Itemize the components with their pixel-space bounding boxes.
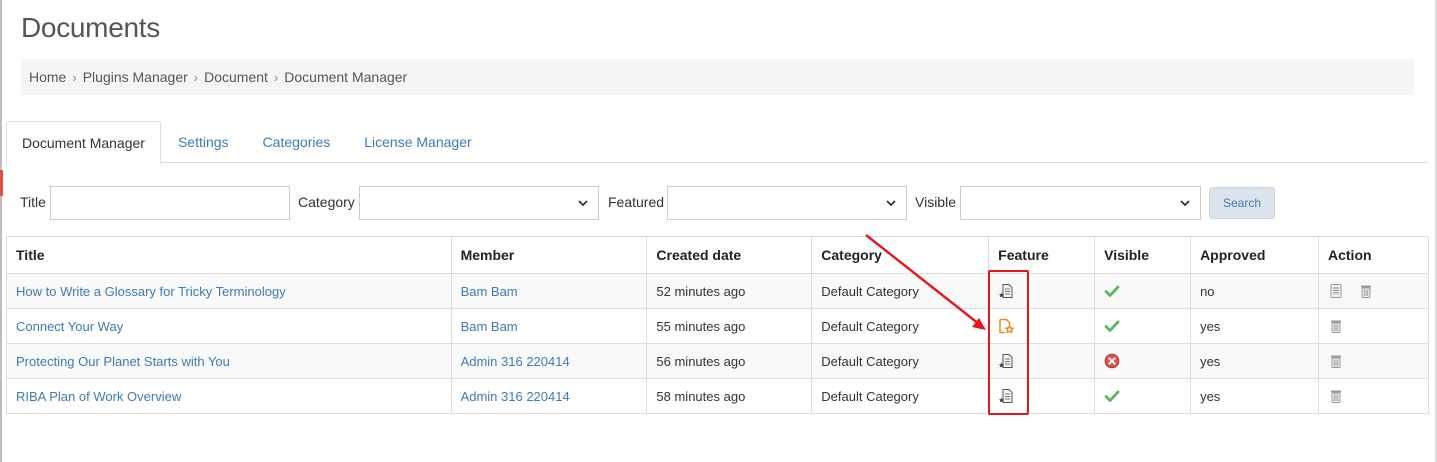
- unfeatured-document-icon[interactable]: [998, 353, 1014, 369]
- trash-icon[interactable]: [1358, 283, 1374, 299]
- check-icon: [1104, 390, 1120, 403]
- created-date-cell: 58 minutes ago: [646, 378, 813, 414]
- category-cell: Default Category: [811, 308, 990, 344]
- approved-cell: yes: [1190, 308, 1319, 344]
- member-cell: Admin 316 220414: [450, 343, 648, 379]
- action-cell: [1318, 378, 1429, 414]
- chevron-down-icon: [578, 200, 588, 207]
- featured-filter-select[interactable]: [667, 186, 907, 220]
- check-icon: [1104, 320, 1120, 333]
- document-title-link[interactable]: RIBA Plan of Work Overview: [16, 389, 181, 404]
- column-header-member: Member: [450, 236, 648, 274]
- action-cell: [1318, 273, 1429, 309]
- category-cell: Default Category: [811, 343, 990, 379]
- table-row: RIBA Plan of Work Overview Admin 316 220…: [6, 378, 1429, 414]
- chevron-right-icon: ›: [273, 69, 279, 85]
- breadcrumb: Home › Plugins Manager › Document › Docu…: [21, 59, 1414, 95]
- member-cell: Bam Bam: [450, 308, 648, 344]
- feature-cell: [988, 308, 1096, 344]
- table-row: How to Write a Glossary for Tricky Termi…: [6, 273, 1429, 309]
- approved-cell: no: [1190, 273, 1319, 309]
- table-header-row: Title Member Created date Category Featu…: [6, 236, 1429, 274]
- tab-document-manager[interactable]: Document Manager: [6, 121, 161, 164]
- tab-categories[interactable]: Categories: [246, 121, 348, 163]
- error-icon: [1104, 353, 1120, 369]
- category-cell: Default Category: [811, 378, 990, 414]
- column-header-visible: Visible: [1094, 236, 1192, 274]
- title-filter-input[interactable]: [50, 186, 290, 220]
- feature-cell: [988, 343, 1096, 379]
- chevron-down-icon: [1180, 200, 1190, 207]
- title-cell: How to Write a Glossary for Tricky Termi…: [6, 273, 452, 309]
- chevron-down-icon: [886, 200, 896, 207]
- approved-cell: yes: [1190, 343, 1319, 379]
- view-icon[interactable]: [1328, 283, 1344, 299]
- column-header-action: Action: [1318, 236, 1429, 274]
- visible-cell: [1094, 308, 1192, 344]
- tab-settings[interactable]: Settings: [161, 121, 246, 163]
- feature-cell: [988, 273, 1096, 309]
- breadcrumb-home[interactable]: Home: [29, 69, 66, 85]
- member-cell: Admin 316 220414: [450, 378, 648, 414]
- table-row: Connect Your Way Bam Bam 55 minutes ago …: [6, 308, 1429, 344]
- page-title: Documents: [21, 12, 160, 43]
- title-cell: RIBA Plan of Work Overview: [6, 378, 452, 414]
- check-icon: [1104, 285, 1120, 298]
- unfeatured-document-icon[interactable]: [998, 388, 1014, 404]
- member-link[interactable]: Admin 316 220414: [461, 354, 570, 369]
- trash-icon[interactable]: [1328, 353, 1344, 369]
- chevron-right-icon: ›: [193, 69, 199, 85]
- tab-bar: Document Manager Settings Categories Lic…: [6, 121, 1428, 164]
- title-filter-label: Title: [20, 194, 46, 210]
- column-header-created-date: Created date: [646, 236, 813, 274]
- filter-bar: Title Category Featured Visible Search: [0, 186, 1437, 220]
- search-button[interactable]: Search: [1209, 187, 1275, 219]
- column-header-category: Category: [811, 236, 990, 274]
- chevron-right-icon: ›: [72, 69, 77, 85]
- visible-filter-label: Visible: [915, 194, 956, 210]
- feature-cell: [988, 378, 1096, 414]
- visible-filter-select[interactable]: [960, 186, 1201, 220]
- category-filter-select[interactable]: [359, 186, 599, 220]
- visible-cell: [1094, 273, 1192, 309]
- created-date-cell: 56 minutes ago: [646, 343, 813, 379]
- featured-document-icon[interactable]: [998, 318, 1015, 335]
- document-title-link[interactable]: Protecting Our Planet Starts with You: [16, 354, 230, 369]
- breadcrumb-document-manager: Document Manager: [284, 69, 408, 85]
- column-header-feature: Feature: [988, 236, 1096, 274]
- created-date-cell: 52 minutes ago: [646, 273, 813, 309]
- trash-icon[interactable]: [1328, 388, 1344, 404]
- documents-table: Title Member Created date Category Featu…: [6, 236, 1429, 414]
- category-cell: Default Category: [811, 273, 990, 309]
- tab-license-manager[interactable]: License Manager: [347, 121, 488, 163]
- action-cell: [1318, 343, 1429, 379]
- member-link[interactable]: Bam Bam: [461, 284, 518, 299]
- unfeatured-document-icon[interactable]: [998, 283, 1014, 299]
- breadcrumb-plugins-manager[interactable]: Plugins Manager: [83, 69, 188, 85]
- title-cell: Connect Your Way: [6, 308, 452, 344]
- table-row: Protecting Our Planet Starts with You Ad…: [6, 343, 1429, 379]
- column-header-approved: Approved: [1190, 236, 1319, 274]
- member-cell: Bam Bam: [450, 273, 648, 309]
- visible-cell: [1094, 378, 1192, 414]
- column-header-title: Title: [6, 236, 452, 274]
- featured-filter-label: Featured: [608, 194, 665, 210]
- visible-cell: [1094, 343, 1192, 379]
- document-title-link[interactable]: How to Write a Glossary for Tricky Termi…: [16, 284, 286, 299]
- window-left-border: [0, 0, 2, 462]
- trash-icon[interactable]: [1328, 318, 1344, 334]
- created-date-cell: 55 minutes ago: [646, 308, 813, 344]
- approved-cell: yes: [1190, 378, 1319, 414]
- member-link[interactable]: Admin 316 220414: [461, 389, 570, 404]
- title-cell: Protecting Our Planet Starts with You: [6, 343, 452, 379]
- breadcrumb-document[interactable]: Document: [204, 69, 268, 85]
- category-filter-label: Category: [298, 194, 355, 210]
- action-cell: [1318, 308, 1429, 344]
- document-title-link[interactable]: Connect Your Way: [16, 319, 123, 334]
- member-link[interactable]: Bam Bam: [461, 319, 518, 334]
